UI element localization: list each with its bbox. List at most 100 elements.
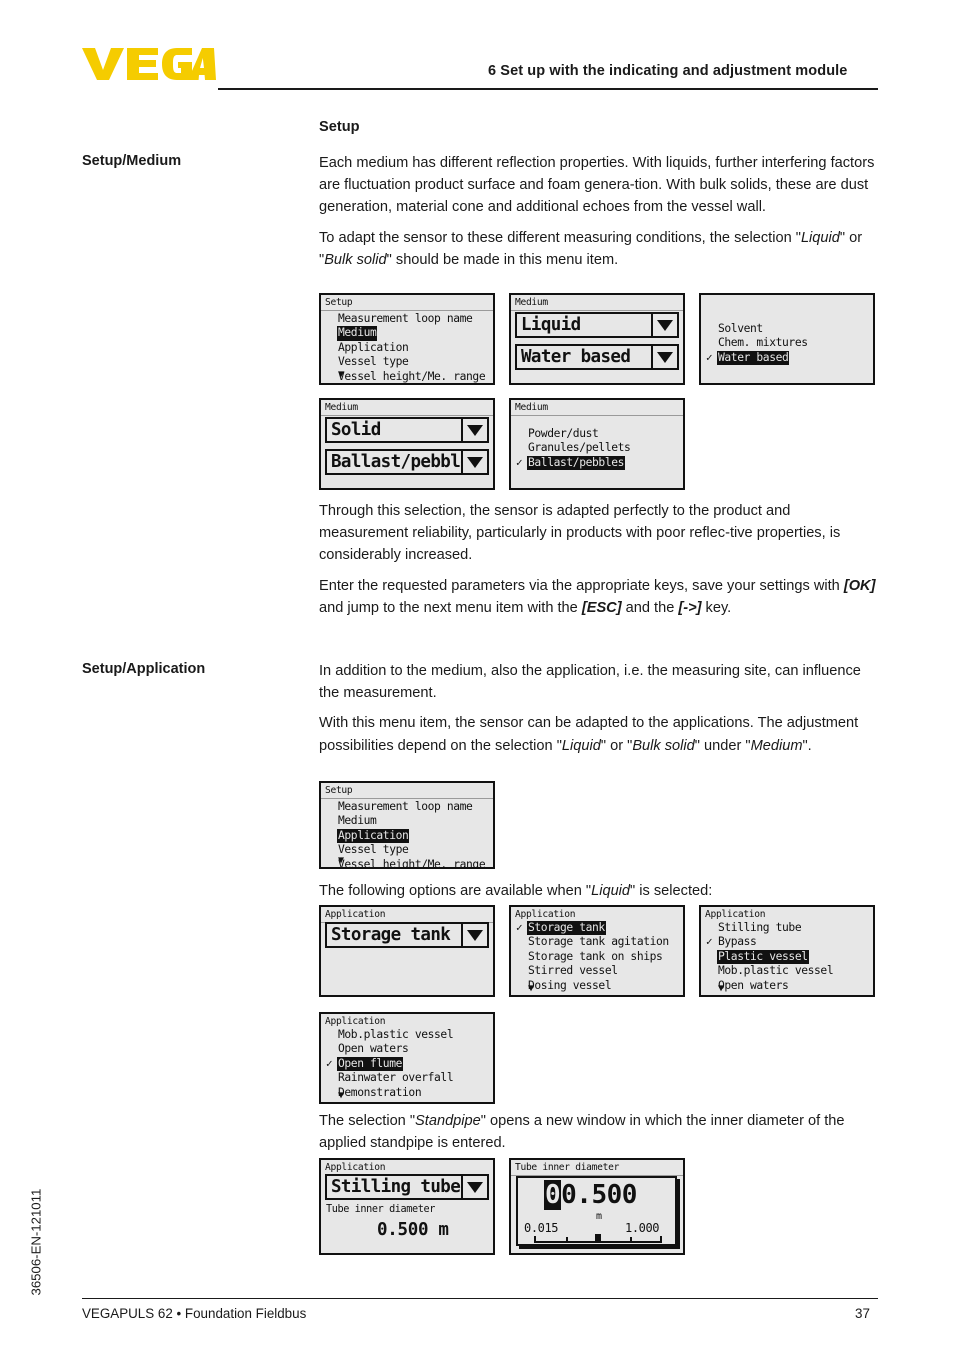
lcd-option-list[interactable]: Solvent Chem. mixtures ✓ Water based: [701, 295, 873, 366]
list-item[interactable]: Storage tank agitation: [515, 935, 683, 949]
down-arrow-icon[interactable]: ▼: [718, 984, 724, 994]
list-item[interactable]: Medium: [325, 326, 493, 341]
list-item[interactable]: Vessel height/Me. range: [325, 370, 493, 383]
chevron-down-icon[interactable]: [651, 346, 677, 368]
medium-paragraphs-2: Through this selection, the sensor is ad…: [319, 500, 879, 619]
lcd-tube-inner-diameter-editor[interactable]: Tube inner diameter 00.500 m 0.015 1.000: [509, 1158, 685, 1255]
tube-inner-diameter-value: 0.500 m: [377, 1220, 449, 1240]
medium-type-dropdown[interactable]: Solid: [325, 417, 489, 443]
application-paragraph-3: The following options are available when…: [319, 883, 713, 899]
list-item[interactable]: Measurement loop name: [325, 312, 493, 326]
lcd-title: Medium: [515, 402, 548, 413]
medium-subtype-dropdown[interactable]: Water based: [515, 344, 679, 370]
list-item[interactable]: Measurement loop name: [325, 800, 493, 814]
dropdown-value: Solid: [331, 420, 381, 440]
chevron-down-icon[interactable]: [461, 419, 487, 441]
digit-cursor[interactable]: 0: [544, 1180, 562, 1210]
list-item[interactable]: ✓ Water based: [705, 350, 873, 366]
lcd-medium-solid-options[interactable]: Medium Powder/dust Granules/pellets ✓ Bal…: [509, 398, 685, 490]
check-icon: ✓: [706, 935, 713, 949]
list-item[interactable]: Mob.plastic vessel: [325, 1028, 493, 1042]
header-divider: [218, 88, 878, 90]
application-dropdown[interactable]: Storage tank: [325, 922, 489, 948]
vega-logo: [82, 48, 216, 80]
list-item[interactable]: Chem. mixtures: [705, 336, 873, 350]
medium-subtype-dropdown[interactable]: Ballast/pebbles: [325, 449, 489, 475]
application-paragraphs: In addition to the medium, also the appl…: [319, 660, 879, 757]
application-dropdown[interactable]: Stilling tube: [325, 1174, 489, 1200]
lcd-stilling-tube[interactable]: Application Stilling tube Tube inner dia…: [319, 1158, 495, 1255]
chevron-down-icon[interactable]: [461, 1176, 487, 1198]
lcd-setup-medium-menu[interactable]: Setup Measurement loop name Medium Appli…: [319, 293, 495, 385]
lcd-medium-liquid-combo[interactable]: Medium Liquid Water based: [509, 293, 685, 385]
lcd-option-list[interactable]: Mob.plastic vessel Open waters ✓ Open flu…: [321, 1028, 493, 1100]
numeric-value[interactable]: 00.500: [544, 1180, 637, 1210]
list-item[interactable]: Rainwater overfall: [325, 1071, 493, 1085]
lcd-title: Medium: [325, 402, 358, 413]
dropdown-value: Ballast/pebbles: [331, 452, 461, 472]
medium-type-dropdown[interactable]: Liquid: [515, 312, 679, 338]
lcd-medium-solid-combo[interactable]: Medium Solid Ballast/pebbles: [319, 398, 495, 490]
dropdown-value: Storage tank: [331, 925, 451, 945]
list-item[interactable]: Vessel height/Me. range: [325, 858, 493, 867]
list-item[interactable]: Plastic vessel: [705, 949, 873, 965]
medium-paragraph-1: Each medium has different reflection pro…: [319, 155, 875, 216]
list-item[interactable]: Storage tank on ships: [515, 950, 683, 964]
list-item[interactable]: Medium: [325, 814, 493, 828]
lcd-menu-list[interactable]: Measurement loop name Medium Application…: [321, 311, 493, 383]
lcd-title: Application: [325, 909, 386, 920]
label-setup-application: Setup/Application: [82, 661, 206, 677]
slider-tick: [566, 1237, 568, 1242]
down-arrow-icon[interactable]: ▼: [338, 370, 344, 380]
list-item[interactable]: Demonstration: [325, 1086, 493, 1100]
list-item[interactable]: Mob.plastic vessel: [705, 964, 873, 978]
down-arrow-icon[interactable]: ▼: [338, 1091, 344, 1101]
list-item[interactable]: Vessel type: [325, 843, 493, 857]
lcd-medium-liquid-options[interactable]: Solvent Chem. mixtures ✓ Water based: [699, 293, 875, 385]
chevron-down-icon[interactable]: [651, 314, 677, 336]
list-item[interactable]: Open waters: [325, 1042, 493, 1056]
chevron-down-icon[interactable]: [461, 451, 487, 473]
lcd-option-list[interactable]: ✓ Storage tank Storage tank agitation Sto…: [511, 921, 683, 993]
list-item[interactable]: Open waters: [705, 979, 873, 993]
list-item[interactable]: Stirred vessel: [515, 964, 683, 978]
document-code: 36506-EN-121011: [28, 1188, 44, 1296]
list-item[interactable]: Solvent: [705, 322, 873, 336]
chevron-down-icon[interactable]: [461, 924, 487, 946]
list-item[interactable]: Application: [325, 341, 493, 355]
list-item[interactable]: ✓ Ballast/pebbles: [515, 455, 683, 471]
numeric-entry-box[interactable]: 00.500 m 0.015 1.000: [516, 1176, 677, 1246]
list-item[interactable]: ✓ Bypass: [705, 935, 873, 949]
lcd-application-options-1[interactable]: Application ✓ Storage tank Storage tank a…: [509, 905, 685, 997]
application-paragraph-1: In addition to the medium, also the appl…: [319, 663, 861, 702]
lcd-application-options-2[interactable]: Application Stilling tube ✓ Bypass Plasti…: [699, 905, 875, 997]
footer-divider: [82, 1298, 878, 1300]
list-item[interactable]: Powder/dust: [515, 427, 683, 441]
lcd-title: Application: [325, 1162, 386, 1173]
list-item[interactable]: ✓ Open flume: [325, 1056, 493, 1072]
check-icon: ✓: [516, 455, 523, 469]
medium-paragraph-3: Through this selection, the sensor is ad…: [319, 503, 841, 564]
range-min-label: 0.015: [524, 1221, 559, 1235]
list-item[interactable]: Granules/pellets: [515, 441, 683, 455]
list-item[interactable]: Application: [325, 828, 493, 844]
down-arrow-icon[interactable]: ▼: [528, 984, 534, 994]
list-item[interactable]: Dosing vessel: [515, 979, 683, 993]
list-item[interactable]: Stilling tube: [705, 921, 873, 935]
medium-paragraphs: Each medium has different reflection pro…: [319, 152, 879, 271]
list-item[interactable]: ✓ Storage tank: [515, 921, 683, 936]
header-chapter-title: 6 Set up with the indicating and adjustm…: [488, 63, 848, 79]
list-item[interactable]: Vessel type: [325, 355, 493, 369]
slider-knob[interactable]: [595, 1234, 601, 1243]
lcd-option-list[interactable]: Powder/dust Granules/pellets ✓ Ballast/pe…: [511, 416, 683, 471]
dropdown-value: Stilling tube: [331, 1177, 461, 1197]
dropdown-value: Liquid: [521, 315, 581, 335]
lcd-menu-list[interactable]: Measurement loop name Medium Application…: [321, 799, 493, 867]
lcd-option-list[interactable]: Stilling tube ✓ Bypass Plastic vessel Mob…: [701, 921, 873, 993]
down-arrow-icon[interactable]: ▼: [338, 856, 344, 866]
lcd-application-combo[interactable]: Application Storage tank: [319, 905, 495, 997]
application-paragraph-2: With this menu item, the sensor can be a…: [319, 715, 859, 754]
lcd-application-options-3[interactable]: Application Mob.plastic vessel Open wate…: [319, 1012, 495, 1104]
page-number: 37: [855, 1306, 870, 1321]
lcd-setup-application-menu[interactable]: Setup Measurement loop name Medium Appli…: [319, 781, 495, 869]
